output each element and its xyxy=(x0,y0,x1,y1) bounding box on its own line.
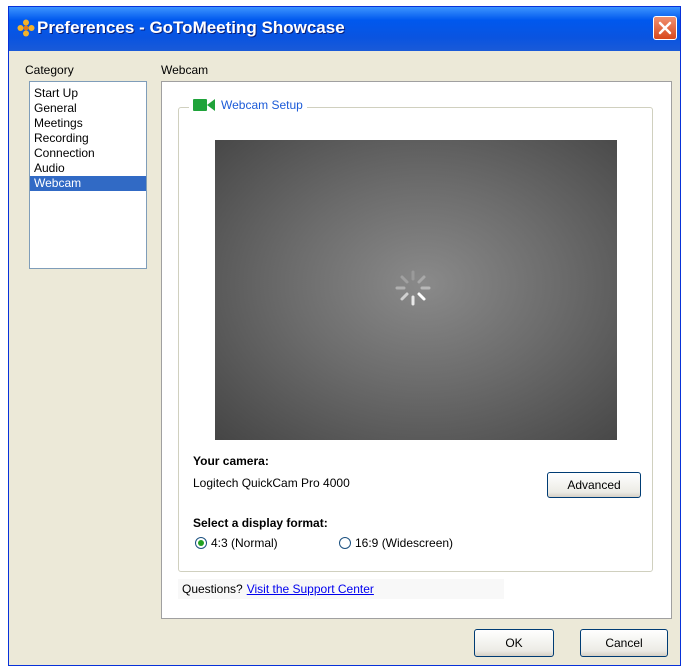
webcam-settings-panel: Webcam Setup Your camera: Logitech Quick… xyxy=(161,81,672,619)
cancel-button[interactable]: Cancel xyxy=(580,629,668,657)
format-4-3-label: 4:3 (Normal) xyxy=(211,536,278,550)
ok-button[interactable]: OK xyxy=(474,629,554,657)
loading-spinner-icon xyxy=(395,270,431,306)
close-icon xyxy=(658,21,672,35)
category-item-connection[interactable]: Connection xyxy=(30,146,146,161)
category-list[interactable]: Start Up General Meetings Recording Conn… xyxy=(29,81,147,269)
category-item-start-up[interactable]: Start Up xyxy=(30,86,146,101)
close-button[interactable] xyxy=(653,16,677,40)
category-item-recording[interactable]: Recording xyxy=(30,131,146,146)
window-title: Preferences - GoToMeeting Showcase xyxy=(37,18,345,37)
camera-label: Your camera: xyxy=(193,454,269,468)
category-item-meetings[interactable]: Meetings xyxy=(30,116,146,131)
webcam-icon xyxy=(193,99,215,111)
gotomeeting-flower-icon xyxy=(17,19,35,37)
category-item-audio[interactable]: Audio xyxy=(30,161,146,176)
webcam-setup-group: Webcam Setup Your camera: Logitech Quick… xyxy=(178,98,653,572)
radio-selected-icon xyxy=(195,537,207,549)
category-label: Category xyxy=(25,63,74,77)
support-row: Questions? Visit the Support Center xyxy=(178,579,504,599)
format-4-3-radio[interactable]: 4:3 (Normal) xyxy=(195,536,278,550)
group-title: Webcam Setup xyxy=(221,98,303,112)
webcam-preview xyxy=(215,140,617,440)
format-label: Select a display format: xyxy=(193,516,328,530)
format-16-9-label: 16:9 (Widescreen) xyxy=(355,536,454,550)
panel-title: Webcam xyxy=(161,63,209,77)
support-question: Questions? xyxy=(182,582,243,596)
advanced-button[interactable]: Advanced xyxy=(547,472,641,498)
radio-unselected-icon xyxy=(339,537,351,549)
support-center-link[interactable]: Visit the Support Center xyxy=(247,582,374,596)
format-16-9-radio[interactable]: 16:9 (Widescreen) xyxy=(339,536,453,550)
preferences-window: Preferences - GoToMeeting Showcase Categ… xyxy=(8,6,681,666)
group-legend: Webcam Setup xyxy=(189,98,307,112)
title-bar[interactable]: Preferences - GoToMeeting Showcase xyxy=(9,7,680,51)
category-item-webcam[interactable]: Webcam xyxy=(30,176,146,191)
category-item-general[interactable]: General xyxy=(30,101,146,116)
camera-name: Logitech QuickCam Pro 4000 xyxy=(193,476,350,490)
